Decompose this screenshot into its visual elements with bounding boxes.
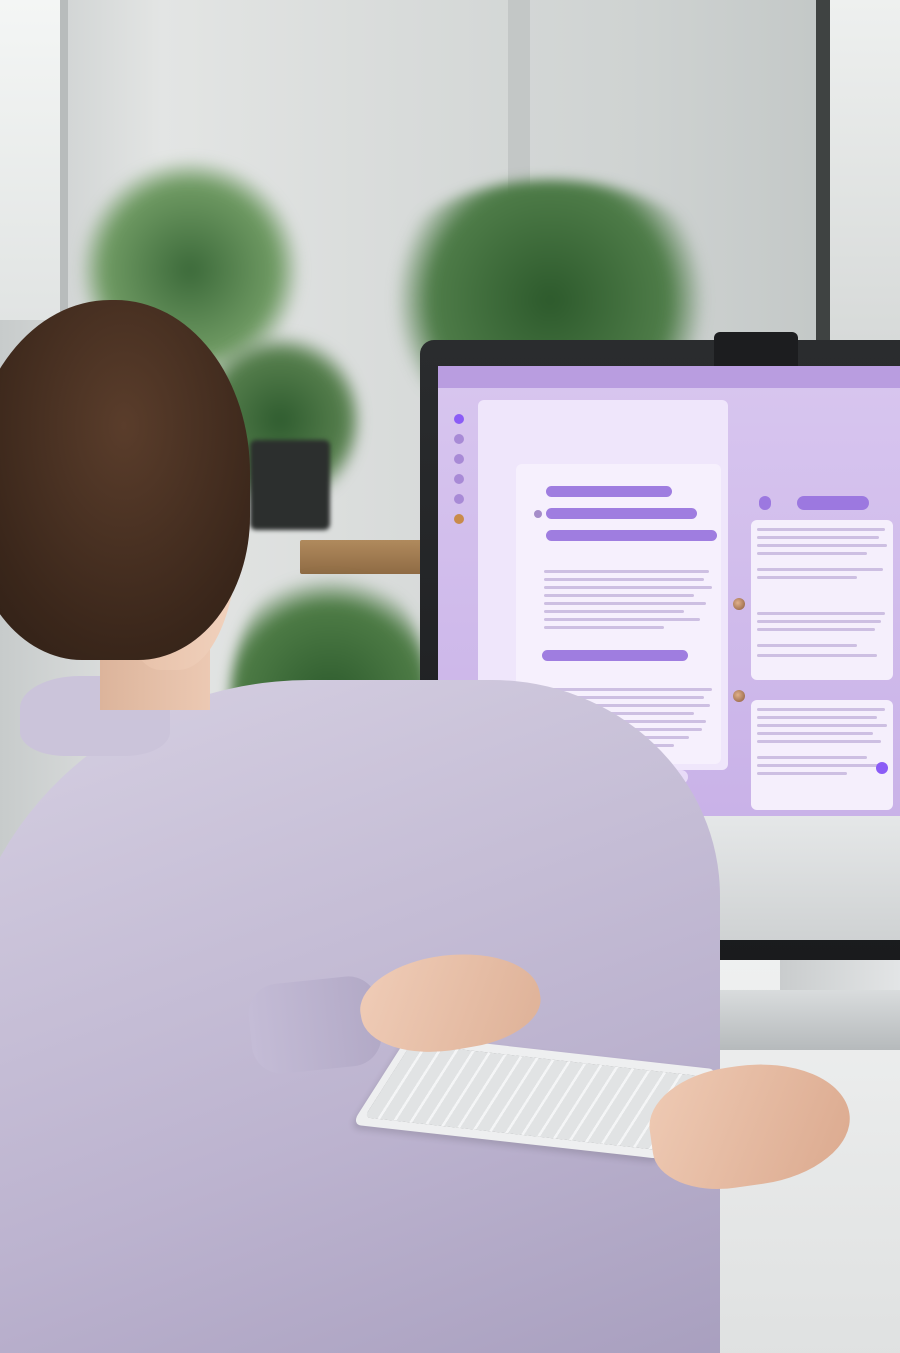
text-line <box>544 578 704 581</box>
filter-chip[interactable] <box>797 496 869 510</box>
text-line <box>757 544 887 547</box>
avatar <box>733 690 745 702</box>
text-line <box>544 602 706 605</box>
window-right <box>816 0 900 340</box>
plant-pot <box>250 440 330 530</box>
message-pill[interactable] <box>546 530 717 541</box>
text-line <box>757 612 885 615</box>
text-line <box>757 708 885 711</box>
message-card <box>751 700 893 810</box>
text-line <box>757 724 887 727</box>
text-line <box>757 772 847 775</box>
text-line <box>757 740 881 743</box>
sidebar-item-3[interactable] <box>454 454 464 464</box>
text-line <box>757 568 883 571</box>
text-line <box>544 594 694 597</box>
message-pill[interactable] <box>546 486 672 497</box>
avatar <box>733 598 745 610</box>
filter-chip[interactable] <box>759 496 771 510</box>
text-line <box>757 576 857 579</box>
text-line <box>544 586 712 589</box>
text-line <box>544 610 684 613</box>
person-hair <box>0 300 250 660</box>
text-line <box>544 626 664 629</box>
avatar <box>534 510 542 518</box>
sidebar-item-2[interactable] <box>454 434 464 444</box>
photo-scene <box>0 0 900 1353</box>
text-line <box>757 732 873 735</box>
text-line <box>757 528 885 531</box>
text-line <box>544 688 712 691</box>
text-line <box>757 756 867 759</box>
text-line <box>544 570 709 573</box>
text-line <box>757 620 881 623</box>
message-pill[interactable] <box>546 508 697 519</box>
message-pill[interactable] <box>542 650 688 661</box>
sidebar-item-5[interactable] <box>454 494 464 504</box>
text-line <box>757 628 875 631</box>
text-line <box>757 764 883 767</box>
text-line <box>544 618 700 621</box>
app-topbar <box>438 366 900 388</box>
send-button[interactable] <box>876 762 888 774</box>
text-line <box>757 654 877 657</box>
text-line <box>757 552 867 555</box>
text-line <box>757 716 877 719</box>
sidebar-item-chat[interactable] <box>454 414 464 424</box>
sidebar-item-4[interactable] <box>454 474 464 484</box>
sidebar-item-6[interactable] <box>454 514 464 524</box>
text-line <box>757 536 879 539</box>
window-left <box>0 0 68 320</box>
text-line <box>757 644 857 647</box>
side-panel <box>733 400 900 810</box>
summary-card <box>751 520 893 680</box>
